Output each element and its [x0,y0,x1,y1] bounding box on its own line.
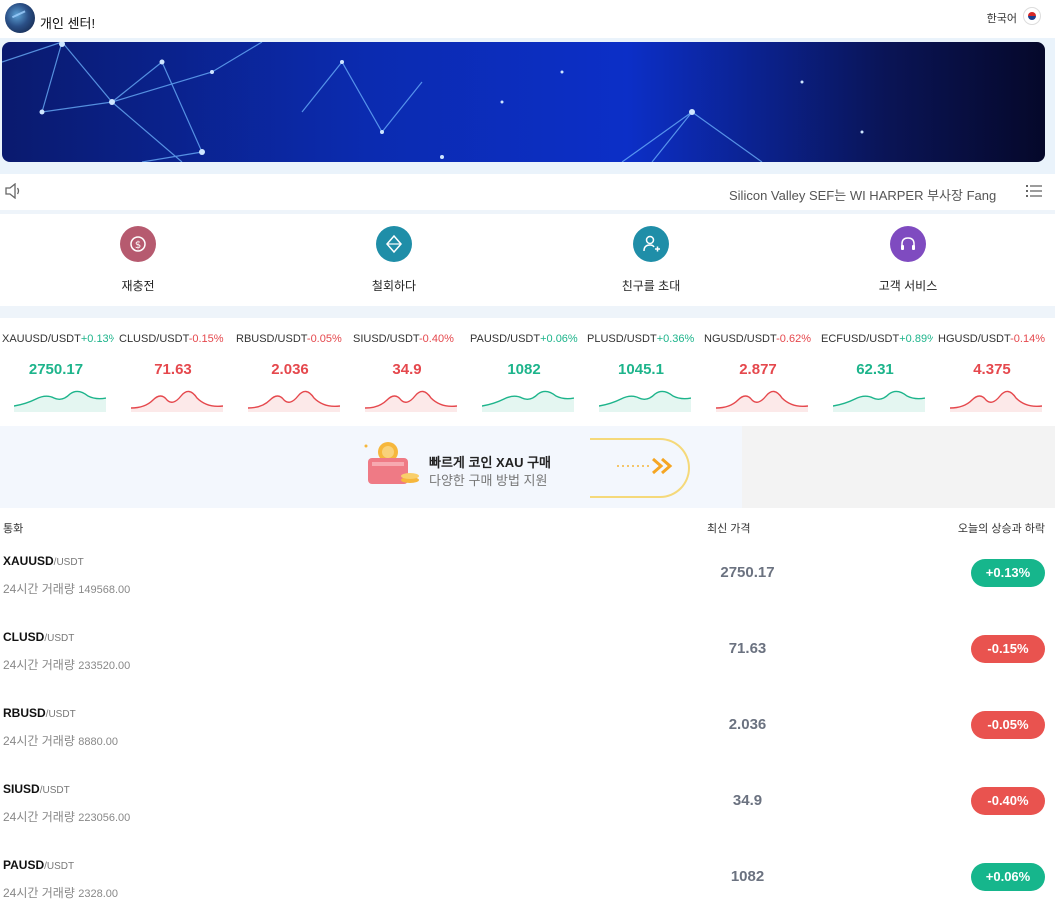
table-row[interactable]: CLUSD/USDT 24시간 거래량 233520.00 71.63 -0.1… [0,616,1055,692]
ticker-card[interactable]: NGUSD/USDT-0.62% 2.877 [702,318,819,426]
ticker-price: 2750.17 [28,361,84,378]
withdraw-button[interactable]: 철회하다 [304,214,484,306]
avatar[interactable] [5,3,35,33]
sparkline-down [248,390,340,412]
ticker-price: 1082 [507,361,541,378]
volume-24h: 24시간 거래량 8880.00 [3,734,118,748]
headset-icon [890,226,926,262]
change-badge: -0.40% [971,787,1045,815]
sparkline-down [365,390,457,412]
ticker-symbol: ECFUSD/USDT+0.89% [821,333,933,345]
ticker-symbol: SIUSD/USDT-0.40% [353,333,454,345]
double-chevron-right-icon [617,457,673,475]
quick-actions-section: $ 재충전 철회하다 친구를 초대 고객 서비스 [0,210,1055,318]
buy-coin-promo[interactable]: 빠르게 코인 XAU 구매 다양한 구매 방법 지원 [0,426,742,508]
ticker-strip: XAUUSD/USDT+0.13% 2750.17 CLUSD/USDT-0.1… [0,318,1055,426]
svg-text:$: $ [135,240,141,251]
customer-service-label: 고객 서비스 [878,279,938,293]
ticker-card[interactable]: ECFUSD/USDT+0.89% 62.31 [819,318,936,426]
ticker-price: 2.877 [739,361,777,378]
ticker-price: 34.9 [392,361,422,378]
ticker-card[interactable]: PAUSD/USDT+0.06% 1082 [468,318,585,426]
pair-name: XAUUSD/USDT [3,554,84,568]
volume-24h: 24시간 거래량 223056.00 [3,810,131,824]
ticker-price: 4.375 [973,361,1011,378]
sparkline-down [950,390,1042,412]
latest-price: 34.9 [732,792,763,809]
promo-section: 빠르게 코인 XAU 구매 다양한 구매 방법 지원 [0,426,1055,508]
market-table-header: 통화 최신 가격 오늘의 상승과 하락 [0,508,1055,540]
latest-price: 2750.17 [720,564,775,581]
table-row[interactable]: XAUUSD/USDT 24시간 거래량 149568.00 2750.17 +… [0,540,1055,616]
volume-24h: 24시간 거래량 2328.00 [3,886,118,900]
korea-flag-icon[interactable] [1023,7,1041,25]
ticker-card[interactable]: XAUUSD/USDT+0.13% 2750.17 [0,318,117,426]
recharge-icon: $ [120,226,156,262]
invite-friend-button[interactable]: 친구를 초대 [561,214,741,306]
recharge-button[interactable]: $ 재충전 [48,214,228,306]
invite-friend-label: 친구를 초대 [621,279,681,293]
pair-name: CLUSD/USDT [3,630,75,644]
table-row[interactable]: RBUSD/USDT 24시간 거래량 8880.00 2.036 -0.05% [0,692,1055,768]
banner-section [0,38,1055,174]
customer-service-button[interactable]: 고객 서비스 [818,214,998,306]
ticker-symbol: PLUSD/USDT+0.36% [587,333,695,345]
ticker-card[interactable]: HGUSD/USDT-0.14% 4.375 [936,318,1053,426]
promo-title: 빠르게 코인 XAU 구매 [429,455,552,470]
list-icon[interactable] [1026,184,1042,198]
ticker-symbol: XAUUSD/USDT+0.13% [2,333,114,345]
page-title: 개인 센터! [40,16,96,31]
ticker-card[interactable]: PLUSD/USDT+0.36% 1045.1 [585,318,702,426]
notice-bar: Silicon Valley SEF는 WI HARPER 부사장 Fang [0,174,1055,210]
change-badge: +0.13% [971,559,1045,587]
network-graphic [2,42,864,162]
sparkline-up [482,390,574,412]
top-header: 개인 센터! 한국어 [0,0,1055,38]
ticker-card[interactable]: SIUSD/USDT-0.40% 34.9 [351,318,468,426]
table-row[interactable]: SIUSD/USDT 24시간 거래량 223056.00 34.9 -0.40… [0,768,1055,844]
speaker-icon [5,183,20,199]
pair-name: PAUSD/USDT [3,858,75,872]
column-daily-change: 오늘의 상승과 하락 [957,523,1045,535]
change-badge: -0.15% [971,635,1045,663]
notice-marquee-text[interactable]: Silicon Valley SEF는 WI HARPER 부사장 Fang [729,185,1016,204]
sparkline-up [833,390,925,412]
volume-24h: 24시간 거래량 149568.00 [3,582,131,596]
withdraw-label: 철회하다 [371,279,417,293]
sparkline-down [131,390,223,412]
recharge-label: 재충전 [121,279,155,293]
volume-24h: 24시간 거래량 233520.00 [3,658,131,672]
latest-price: 2.036 [728,716,767,733]
ticker-symbol: PAUSD/USDT+0.06% [470,333,578,345]
change-badge: -0.05% [971,711,1045,739]
ticker-symbol: HGUSD/USDT-0.14% [938,333,1045,345]
change-badge: +0.06% [971,863,1045,891]
ticker-price: 1045.1 [618,361,664,378]
promo-subtitle: 다양한 구매 방법 지원 [429,473,548,488]
sparkline-down [716,390,808,412]
ticker-card[interactable]: RBUSD/USDT-0.05% 2.036 [234,318,351,426]
table-row[interactable]: PAUSD/USDT 24시간 거래량 2328.00 1082 +0.06% [0,844,1055,920]
banner-image[interactable] [2,42,1045,162]
ticker-symbol: CLUSD/USDT-0.15% [119,333,224,345]
latest-price: 71.63 [728,640,767,657]
invite-friend-icon [633,226,669,262]
sparkline-up [14,390,106,412]
ticker-card[interactable]: CLUSD/USDT-0.15% 71.63 [117,318,234,426]
ticker-price: 2.036 [271,361,309,378]
column-currency: 통화 [3,523,24,535]
column-latest-price: 최신 가격 [707,523,751,535]
pair-name: SIUSD/USDT [3,782,70,796]
latest-price: 1082 [730,868,765,885]
ticker-price: 71.63 [154,361,192,378]
pair-name: RBUSD/USDT [3,706,76,720]
ticker-price: 62.31 [856,361,894,378]
wallet-coin-icon [364,442,419,484]
sparkline-up [599,390,691,412]
withdraw-icon [376,226,412,262]
ticker-symbol: NGUSD/USDT-0.62% [704,333,811,345]
language-selector[interactable]: 한국어 [987,10,1017,26]
ticker-symbol: RBUSD/USDT-0.05% [236,333,342,345]
